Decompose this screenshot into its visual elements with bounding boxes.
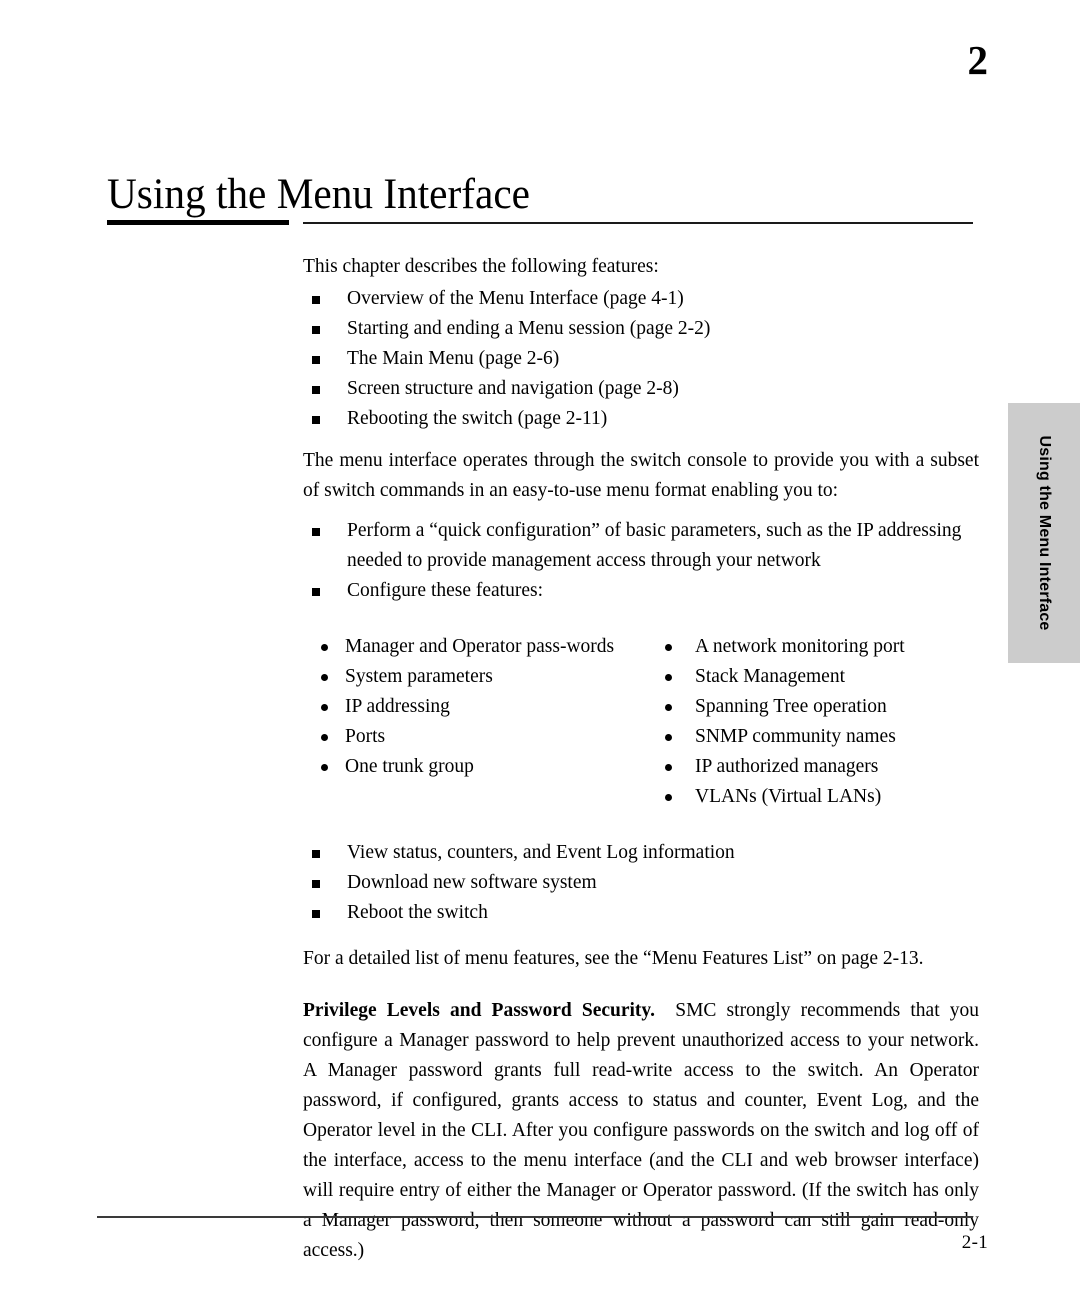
- footer-page-number: 2-1: [961, 1232, 988, 1253]
- square-bullet-icon: [312, 296, 320, 304]
- list-item-label: IP authorized managers: [695, 756, 879, 777]
- list-item-label: One trunk group: [345, 756, 474, 777]
- intro-lead-paragraph: This chapter describes the following fea…: [303, 256, 659, 277]
- list-item-label: A network monitoring port: [695, 636, 905, 657]
- list-item-label: The Main Menu (page 2-6): [347, 348, 560, 369]
- list-item-label: View status, counters, and Event Log inf…: [347, 842, 735, 863]
- list-item-label: Reboot the switch: [347, 902, 488, 923]
- list-item-label: Spanning Tree operation: [695, 696, 887, 717]
- chapter-number: 2: [967, 37, 989, 83]
- title-rule-thick: [107, 220, 289, 225]
- capabilities-list-bottom: View status, counters, and Event Log inf…: [303, 838, 979, 928]
- list-item: VLANs (Virtual LANs): [647, 782, 979, 812]
- features-right-list: A network monitoring port Stack Manageme…: [647, 632, 979, 812]
- list-item-label: Download new software system: [347, 872, 597, 893]
- list-item: Starting and ending a Menu session (page…: [303, 314, 979, 344]
- round-bullet-icon: [321, 734, 328, 741]
- list-item-label: Overview of the Menu Interface (page 4-1…: [347, 288, 684, 309]
- list-item-label: Screen structure and navigation (page 2-…: [347, 378, 679, 399]
- list-item: One trunk group: [303, 752, 647, 782]
- square-bullet-icon: [312, 416, 320, 424]
- round-bullet-icon: [665, 674, 672, 681]
- chapter-features-list: Overview of the Menu Interface (page 4-1…: [303, 284, 979, 434]
- privilege-levels-paragraph: Privilege Levels and Password Security. …: [303, 996, 979, 1266]
- list-item: Download new software system: [303, 868, 979, 898]
- list-item-label: Manager and Operator pass-words: [345, 636, 615, 657]
- list-item-label: Rebooting the switch (page 2-11): [347, 408, 608, 429]
- body-content: This chapter describes the following fea…: [303, 252, 979, 1268]
- list-item: IP addressing: [303, 692, 647, 722]
- round-bullet-icon: [321, 674, 328, 681]
- square-bullet-icon: [312, 356, 320, 364]
- page-title: Using the Menu Interface: [107, 170, 530, 218]
- round-bullet-icon: [665, 734, 672, 741]
- list-item: A network monitoring port: [647, 632, 979, 662]
- features-column-right: A network monitoring port Stack Manageme…: [647, 632, 979, 812]
- list-item-label: VLANs (Virtual LANs): [695, 786, 882, 807]
- square-bullet-icon: [312, 588, 320, 596]
- square-bullet-icon: [312, 910, 320, 918]
- list-item-label: IP addressing: [345, 696, 450, 717]
- list-item: Screen structure and navigation (page 2-…: [303, 374, 979, 404]
- features-left-list: Manager and Operator pass-words System p…: [303, 632, 647, 782]
- list-item-label: Perform a “quick configuration” of basic…: [347, 520, 962, 571]
- round-bullet-icon: [321, 644, 328, 651]
- list-item: Rebooting the switch (page 2-11): [303, 404, 979, 434]
- list-item-label: Starting and ending a Menu session (page…: [347, 318, 711, 339]
- list-item: Manager and Operator pass-words: [303, 632, 647, 662]
- list-item: Reboot the switch: [303, 898, 979, 928]
- list-item: IP authorized managers: [647, 752, 979, 782]
- round-bullet-icon: [665, 644, 672, 651]
- round-bullet-icon: [321, 764, 328, 771]
- round-bullet-icon: [321, 704, 328, 711]
- title-rule-thin: [303, 222, 973, 224]
- menu-features-reference: For a detailed list of menu features, se…: [303, 948, 924, 969]
- list-item: Overview of the Menu Interface (page 4-1…: [303, 284, 979, 314]
- square-bullet-icon: [312, 386, 320, 394]
- list-item-label: SNMP community names: [695, 726, 896, 747]
- privilege-levels-heading: Privilege Levels and Password Security.: [303, 1000, 655, 1021]
- list-item: Configure these features:: [303, 576, 979, 606]
- square-bullet-icon: [312, 528, 320, 536]
- square-bullet-icon: [312, 850, 320, 858]
- footer-rule: [97, 1216, 973, 1218]
- chapter-side-tab-label: Using the Menu Interface: [1036, 435, 1053, 631]
- capabilities-list-top: Perform a “quick configuration” of basic…: [303, 516, 979, 606]
- round-bullet-icon: [665, 704, 672, 711]
- list-item-label: System parameters: [345, 666, 493, 687]
- list-item: System parameters: [303, 662, 647, 692]
- square-bullet-icon: [312, 880, 320, 888]
- privilege-levels-body: SMC strongly recommends that you configu…: [303, 1000, 979, 1261]
- list-item: The Main Menu (page 2-6): [303, 344, 979, 374]
- list-item: Ports: [303, 722, 647, 752]
- document-page: 2 Using the Menu Interface This chapter …: [0, 0, 1080, 1296]
- round-bullet-icon: [665, 764, 672, 771]
- list-item-label: Ports: [345, 726, 386, 747]
- list-item: View status, counters, and Event Log inf…: [303, 838, 979, 868]
- list-item: Spanning Tree operation: [647, 692, 979, 722]
- chapter-side-tab: Using the Menu Interface: [1008, 403, 1080, 663]
- configurable-features-columns: Manager and Operator pass-words System p…: [303, 632, 979, 812]
- list-item-label: Configure these features:: [347, 580, 544, 601]
- round-bullet-icon: [665, 794, 672, 801]
- features-column-left: Manager and Operator pass-words System p…: [303, 632, 647, 812]
- list-item: Stack Management: [647, 662, 979, 692]
- list-item-label: Stack Management: [695, 666, 845, 687]
- square-bullet-icon: [312, 326, 320, 334]
- list-item: Perform a “quick configuration” of basic…: [303, 516, 979, 576]
- overview-paragraph: The menu interface operates through the …: [303, 450, 979, 501]
- list-item: SNMP community names: [647, 722, 979, 752]
